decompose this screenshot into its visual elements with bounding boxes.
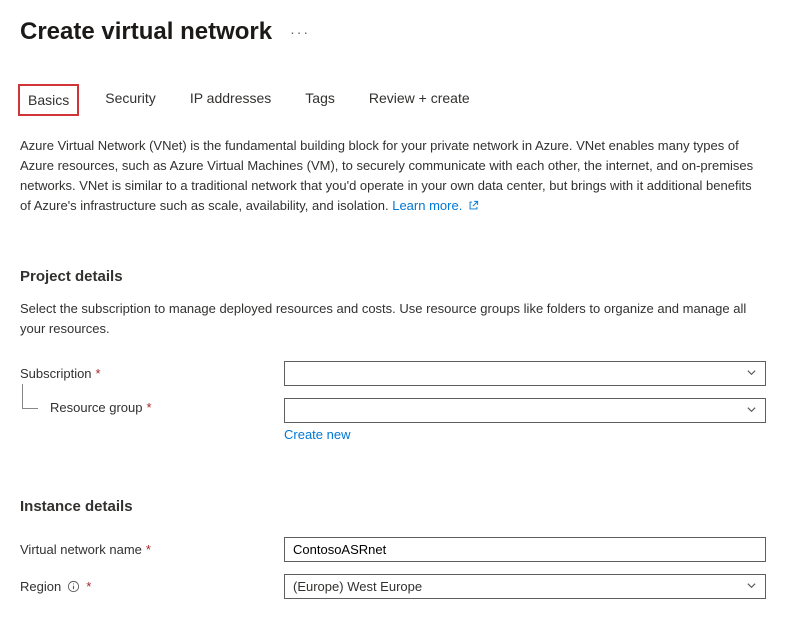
intro-text: Azure Virtual Network (VNet) is the fund… xyxy=(20,136,766,218)
learn-more-label: Learn more. xyxy=(392,198,462,213)
chevron-down-icon xyxy=(746,579,757,594)
tab-ip-addresses[interactable]: IP addresses xyxy=(186,84,275,116)
tab-tags[interactable]: Tags xyxy=(301,84,339,116)
region-select[interactable]: (Europe) West Europe xyxy=(284,574,766,599)
tab-basics[interactable]: Basics xyxy=(18,84,79,116)
indent-connector xyxy=(20,398,50,420)
chevron-down-icon xyxy=(746,403,757,418)
create-new-link[interactable]: Create new xyxy=(284,427,350,442)
project-details-heading: Project details xyxy=(20,268,766,285)
resource-group-label: Resource group* xyxy=(50,398,152,420)
tab-review-create[interactable]: Review + create xyxy=(365,84,474,116)
tab-security[interactable]: Security xyxy=(101,84,160,116)
more-actions-icon[interactable]: ··· xyxy=(290,24,310,40)
chevron-down-icon xyxy=(746,366,757,381)
vnet-name-label: Virtual network name* xyxy=(20,542,284,557)
learn-more-link[interactable]: Learn more. xyxy=(392,198,479,213)
resource-group-select[interactable] xyxy=(284,398,766,423)
info-icon[interactable] xyxy=(67,580,80,593)
external-link-icon xyxy=(468,197,479,217)
region-label: Region * xyxy=(20,579,284,594)
tabs: Basics Security IP addresses Tags Review… xyxy=(20,84,766,116)
intro-body: Azure Virtual Network (VNet) is the fund… xyxy=(20,138,753,213)
project-details-desc: Select the subscription to manage deploy… xyxy=(20,299,766,339)
page-title: Create virtual network xyxy=(20,18,272,46)
instance-details-heading: Instance details xyxy=(20,498,766,515)
vnet-name-input[interactable] xyxy=(284,537,766,562)
subscription-label: Subscription* xyxy=(20,366,284,381)
vnet-name-field[interactable] xyxy=(293,542,757,557)
region-value: (Europe) West Europe xyxy=(293,579,422,594)
subscription-select[interactable] xyxy=(284,361,766,386)
